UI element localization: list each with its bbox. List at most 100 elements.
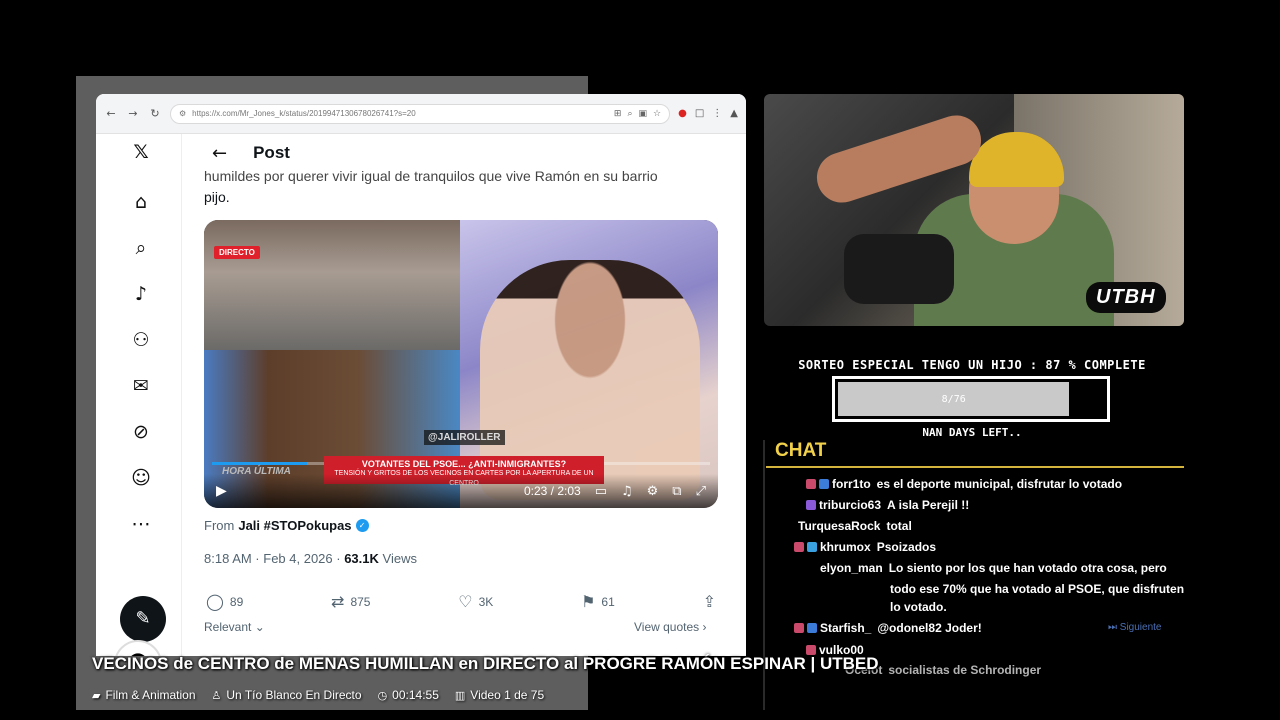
lower-third-title: VOTANTES DEL PSOE... ¿ANTI-INMIGRANTES? bbox=[361, 459, 567, 469]
tab-capture-icon[interactable]: ▣ bbox=[639, 109, 648, 119]
chat-message: Starfish_ @odonel82 Joder! bbox=[794, 618, 982, 638]
chat-text: socialistas de Schrodinger bbox=[888, 663, 1042, 677]
captions-icon[interactable]: ▭ bbox=[595, 484, 607, 499]
profile-icon[interactable]: ▲ bbox=[730, 108, 738, 119]
compose-post-button[interactable]: ✎ bbox=[120, 596, 166, 642]
live-badge: DIRECTO bbox=[214, 246, 260, 259]
source-author-link[interactable]: Jali #STOPokupas bbox=[238, 518, 351, 533]
post-header-title: Post bbox=[253, 143, 290, 162]
follow-icon[interactable]: ⚇ bbox=[129, 328, 153, 352]
notifications-bell-icon[interactable]: ♪ bbox=[129, 282, 153, 306]
chat-username[interactable]: khrumox bbox=[820, 540, 871, 554]
reload-icon[interactable]: ↻ bbox=[148, 107, 162, 121]
chat-username[interactable]: forr1to bbox=[832, 477, 871, 491]
video-panel-neighbors: DIRECTO bbox=[204, 220, 460, 350]
views-label: Views bbox=[378, 551, 417, 566]
pip-icon[interactable]: ⧉ bbox=[672, 484, 681, 499]
zoom-icon[interactable]: ⌕ bbox=[627, 109, 632, 119]
heart-icon: ♡ bbox=[458, 592, 473, 611]
video-info-bar: ▰ Film & Animation ♙ Un Tío Blanco En Dire… bbox=[92, 688, 544, 702]
chat-text: lo votado. bbox=[890, 600, 947, 614]
chat-username[interactable]: elyon_man bbox=[820, 561, 883, 575]
translate-icon[interactable]: ⊞ bbox=[614, 109, 622, 119]
sub-badge-icon bbox=[819, 479, 829, 489]
extensions-menu-icon[interactable]: ⋮ bbox=[712, 108, 722, 119]
extension-icon[interactable]: □ bbox=[695, 108, 704, 119]
chat-username[interactable]: Starfish_ bbox=[820, 621, 871, 635]
streamer-webcam: UTBH bbox=[764, 94, 1184, 326]
post-timestamp[interactable]: 8:18 AM · Feb 4, 2026 · bbox=[204, 551, 344, 566]
extensions-area: ● □ ⋮ ▲ bbox=[678, 108, 738, 119]
back-nav-icon[interactable]: ← bbox=[104, 107, 118, 121]
fullscreen-icon[interactable]: ⤢ bbox=[696, 484, 706, 499]
video-player[interactable]: DIRECTO @JALIROLLER VOTANTES DEL PSOE...… bbox=[204, 220, 718, 508]
repost-button[interactable]: ⇄ 875 bbox=[331, 592, 370, 611]
chat-title: CHAT bbox=[775, 440, 827, 461]
sub-badge-icon bbox=[807, 542, 817, 552]
chat-text: A isla Perejil !! bbox=[887, 498, 970, 512]
address-bar-tools: ⊞ ⌕ ▣ ☆ bbox=[614, 109, 661, 119]
play-icon[interactable]: ▶ bbox=[216, 483, 227, 499]
more-icon[interactable]: ⋯ bbox=[129, 512, 153, 536]
sub-badge-icon bbox=[807, 623, 817, 633]
profile-icon[interactable]: ☺ bbox=[129, 466, 153, 490]
next-video-button[interactable]: ⏭ Siguiente bbox=[1108, 622, 1161, 633]
user-badge-icon bbox=[806, 500, 816, 510]
stream-frame: ← → ↻ ⚙ https://x.com/Mr_Jones_k/status/… bbox=[0, 0, 1280, 720]
goal-progress-bar: 8/76 bbox=[832, 376, 1110, 422]
grok-icon[interactable]: ⊘ bbox=[129, 420, 153, 444]
bookmark-button[interactable]: ⚑ 61 bbox=[581, 592, 615, 611]
video-controls: ▶ 0:23 / 2:03 ▭ ♫ ⚙ ⧉ ⤢ bbox=[204, 474, 718, 508]
chart-icon: ▥ bbox=[454, 689, 466, 702]
user-badge-icon bbox=[794, 623, 804, 633]
forward-nav-icon[interactable]: → bbox=[126, 107, 140, 121]
user-badge-icon bbox=[794, 542, 804, 552]
share-button[interactable]: ⇪ bbox=[703, 592, 716, 611]
playlist-info: ▥ Video 1 de 75 bbox=[455, 688, 544, 702]
verified-badge-icon: ✓ bbox=[355, 519, 369, 532]
goal-progress-text: 8/76 bbox=[941, 393, 966, 405]
channel-logo: UTBH bbox=[1086, 282, 1166, 313]
chat-username[interactable]: triburcio63 bbox=[819, 498, 881, 512]
like-button[interactable]: ♡ 3K bbox=[458, 592, 493, 611]
back-arrow-icon[interactable]: ← bbox=[212, 143, 227, 164]
chat-text: todo ese 70% que ha votado al PSOE, que … bbox=[890, 582, 1185, 596]
streamer-arm bbox=[810, 108, 988, 210]
chat-title-underline bbox=[766, 466, 1184, 468]
bookmark-star-icon[interactable]: ☆ bbox=[653, 109, 661, 119]
timer-icon: ◷ bbox=[377, 689, 388, 702]
user-icon: ♙ bbox=[211, 689, 222, 702]
chat-message: triburcio63 A isla Perejil !! bbox=[806, 495, 969, 515]
url-text[interactable]: https://x.com/Mr_Jones_k/status/20199471… bbox=[192, 109, 608, 118]
home-icon[interactable]: ⌂ bbox=[129, 190, 153, 214]
chat-text: @odonel82 Joder! bbox=[877, 621, 982, 635]
volume-icon[interactable]: ♫ bbox=[621, 484, 633, 499]
microphone bbox=[844, 234, 954, 304]
messages-icon[interactable]: ✉ bbox=[129, 374, 153, 398]
bookmark-icon: ⚑ bbox=[581, 592, 596, 611]
goal-days-left: NAN DAYS LEFT.. bbox=[922, 426, 1022, 439]
chat-message: TurquesaRock total bbox=[798, 516, 912, 536]
video-progress-fill bbox=[212, 462, 307, 465]
repost-icon: ⇄ bbox=[331, 592, 345, 611]
video-handle-overlay: @JALIROLLER bbox=[424, 430, 505, 445]
channel-info: ♙ Un Tío Blanco En Directo bbox=[212, 688, 362, 702]
explore-search-icon[interactable]: ⌕ bbox=[129, 236, 153, 260]
repost-count: 875 bbox=[350, 594, 371, 609]
chat-message-continued: todo ese 70% que ha votado al PSOE, que … bbox=[890, 579, 1184, 599]
chat-username[interactable]: TurquesaRock bbox=[798, 519, 880, 533]
adblock-extension-icon[interactable]: ● bbox=[678, 108, 687, 119]
site-info-icon[interactable]: ⚙ bbox=[179, 109, 186, 118]
x-sidebar: 𝕏 ⌂ ⌕ ♪ ⚇ ✉ ⊘ ☺ ⋯ ✎ ☻ bbox=[96, 134, 182, 656]
reply-button[interactable]: ◯ 89 bbox=[206, 592, 243, 611]
sort-replies-dropdown[interactable]: Relevant ⌄ bbox=[204, 620, 265, 634]
chat-text: Psoizados bbox=[876, 540, 937, 554]
x-logo-icon[interactable]: 𝕏 bbox=[129, 140, 153, 164]
chat-text: es el deporte municipal, disfrutar lo vo… bbox=[876, 477, 1123, 491]
address-bar[interactable]: ⚙ https://x.com/Mr_Jones_k/status/201994… bbox=[170, 103, 671, 124]
view-quotes-link[interactable]: View quotes › bbox=[634, 620, 707, 634]
settings-gear-icon[interactable]: ⚙ bbox=[647, 484, 659, 499]
category-text: Film & Animation bbox=[105, 688, 196, 702]
like-count: 3K bbox=[478, 594, 494, 609]
duration-text: 00:14:55 bbox=[392, 688, 439, 702]
